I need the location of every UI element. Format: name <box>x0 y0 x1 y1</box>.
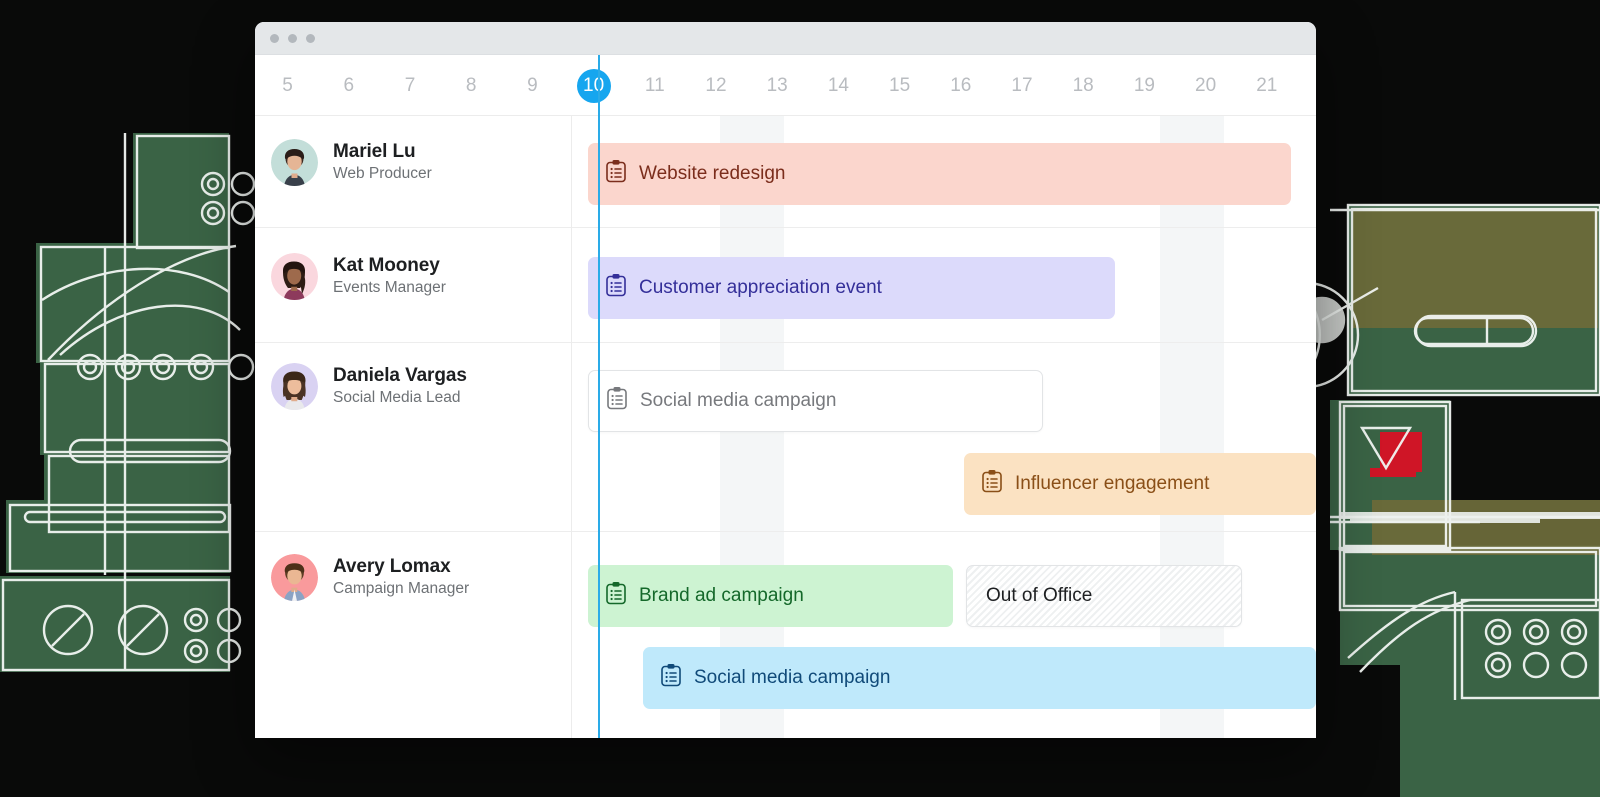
person-name: Mariel Lu <box>333 140 416 162</box>
row-divider <box>255 342 1316 343</box>
person-role: Social Media Lead <box>333 389 461 407</box>
date-header-16[interactable]: 16 <box>930 55 991 116</box>
person-name: Daniela Vargas <box>333 364 467 386</box>
avatar <box>271 554 318 601</box>
person-text-block: Avery Lomax Campaign Manager <box>333 555 469 601</box>
window-titlebar <box>255 22 1316 55</box>
clipboard-task-icon <box>605 273 627 303</box>
person-role: Campaign Manager <box>333 580 470 598</box>
person-text-block: Daniela Vargas Social Media Lead <box>333 364 467 410</box>
task-bar-out-of-office[interactable]: Out of Office <box>966 565 1242 627</box>
task-bar-customer-appreciation-event[interactable]: Customer appreciation event <box>588 257 1115 319</box>
window-close-dot[interactable] <box>270 33 279 43</box>
person-role: Events Manager <box>333 279 446 297</box>
app-window: 5 6 7 8 9 10 11 12 13 14 15 16 17 18 19 20 21 Mariel Lu … <box>255 22 1316 738</box>
person-name: Kat Mooney <box>333 254 440 276</box>
clipboard-task-icon <box>660 663 682 693</box>
person-row-2[interactable]: Daniela Vargas Social Media Lead <box>255 363 571 410</box>
weekend-shade-2 <box>1160 116 1224 738</box>
date-header-20[interactable]: 20 <box>1175 55 1236 116</box>
clipboard-task-icon <box>606 386 628 416</box>
date-header-9[interactable]: 9 <box>502 55 563 116</box>
avatar <box>271 139 318 186</box>
clipboard-task-icon <box>605 581 627 611</box>
date-header-11[interactable]: 11 <box>624 55 685 116</box>
date-header-12[interactable]: 12 <box>685 55 746 116</box>
task-bar-social-media-campaign-scheduled[interactable]: Social media campaign <box>643 647 1316 709</box>
today-pill[interactable]: 10 <box>576 68 611 103</box>
person-name: Avery Lomax <box>333 555 451 577</box>
avatar <box>271 253 318 300</box>
date-header-13[interactable]: 13 <box>747 55 808 116</box>
date-header-14[interactable]: 14 <box>808 55 869 116</box>
task-label: Customer appreciation event <box>639 277 882 298</box>
window-maximize-dot[interactable] <box>306 33 315 43</box>
date-header-18[interactable]: 18 <box>1053 55 1114 116</box>
date-header-21[interactable]: 21 <box>1236 55 1297 116</box>
row-divider <box>255 227 1316 228</box>
task-bar-social-media-campaign-draft[interactable]: Social media campaign <box>588 370 1043 432</box>
date-header-15[interactable]: 15 <box>869 55 930 116</box>
person-text-block: Kat Mooney Events Manager <box>333 254 446 300</box>
person-row-0[interactable]: Mariel Lu Web Producer <box>255 139 571 186</box>
timeline-date-header: 5 6 7 8 9 10 11 12 13 14 15 16 17 18 19 20 21 <box>255 55 1316 116</box>
person-row-3[interactable]: Avery Lomax Campaign Manager <box>255 554 571 601</box>
task-label: Brand ad campaign <box>639 585 804 606</box>
date-header-6[interactable]: 6 <box>318 55 379 116</box>
window-minimize-dot[interactable] <box>288 33 297 43</box>
task-bar-website-redesign[interactable]: Website redesign <box>588 143 1291 205</box>
task-label: Social media campaign <box>694 667 891 688</box>
date-header-19[interactable]: 19 <box>1114 55 1175 116</box>
date-header-17[interactable]: 17 <box>991 55 1052 116</box>
avatar <box>271 363 318 410</box>
sidebar-divider <box>571 116 572 738</box>
task-bar-influencer-engagement[interactable]: Influencer engagement <box>964 453 1316 515</box>
clipboard-task-icon <box>981 469 1003 499</box>
timeline-grid: Mariel Lu Web Producer Kat Mooney Events… <box>255 55 1316 738</box>
clipboard-task-icon <box>605 159 627 189</box>
today-marker-line <box>598 55 600 738</box>
task-bar-brand-ad-campaign[interactable]: Brand ad campaign <box>588 565 953 627</box>
date-header-5[interactable]: 5 <box>257 55 318 116</box>
person-row-1[interactable]: Kat Mooney Events Manager <box>255 253 571 300</box>
date-header-7[interactable]: 7 <box>379 55 440 116</box>
person-role: Web Producer <box>333 165 432 183</box>
task-label: Website redesign <box>639 163 786 184</box>
date-header-10[interactable]: 10 <box>563 55 624 116</box>
task-label: Out of Office <box>986 585 1093 606</box>
row-divider <box>255 531 1316 532</box>
task-label: Social media campaign <box>640 390 837 411</box>
task-label: Influencer engagement <box>1015 473 1210 494</box>
person-text-block: Mariel Lu Web Producer <box>333 140 432 186</box>
date-header-8[interactable]: 8 <box>441 55 502 116</box>
